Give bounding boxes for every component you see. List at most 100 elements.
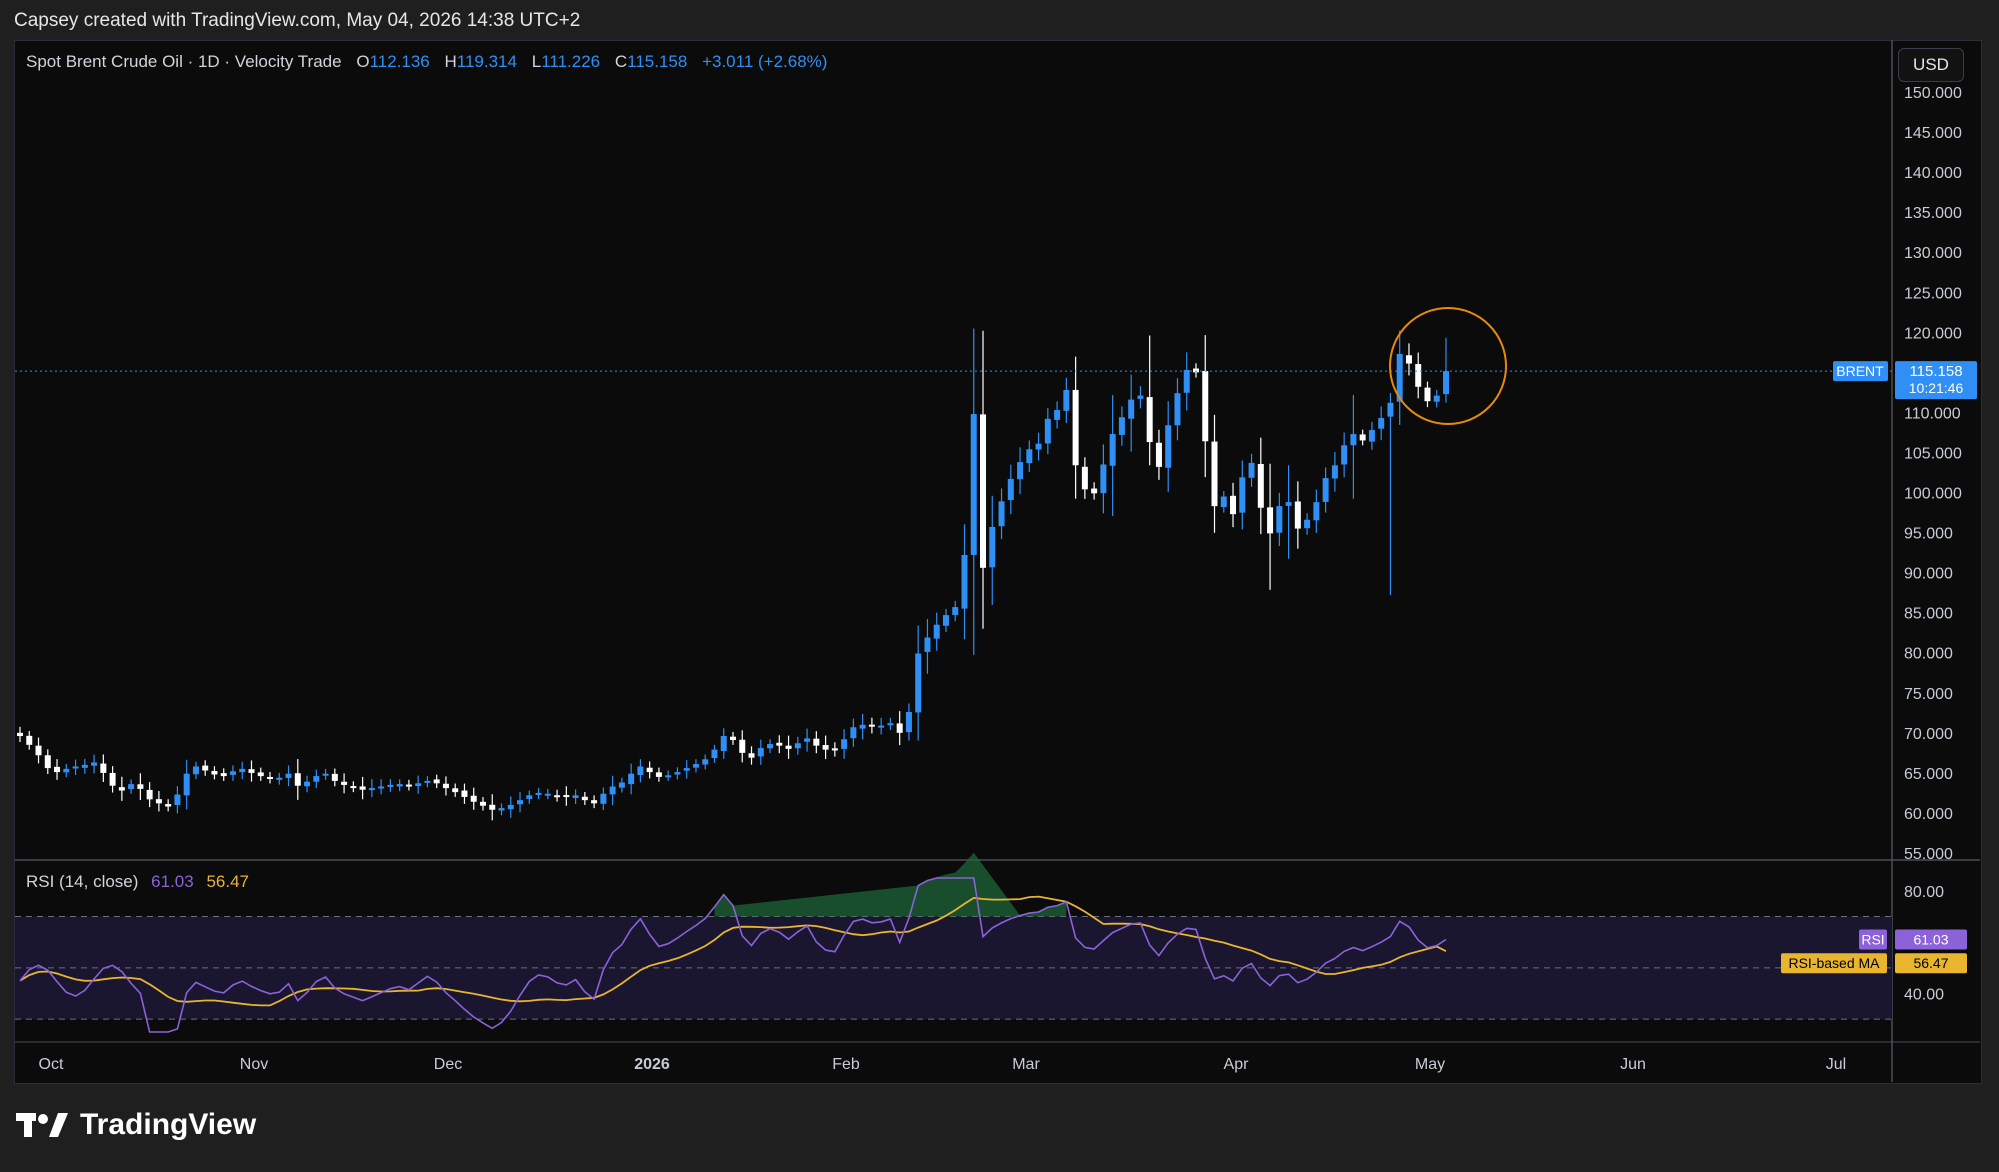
candle-body[interactable]	[248, 769, 255, 773]
candle-body[interactable]	[1239, 477, 1246, 513]
candle-body[interactable]	[1313, 502, 1320, 521]
candle-body[interactable]	[1424, 387, 1431, 402]
candle-body[interactable]	[535, 792, 542, 795]
candle-body[interactable]	[1387, 402, 1394, 417]
candle-body[interactable]	[646, 767, 653, 773]
candle-body[interactable]	[1072, 389, 1079, 466]
candle-body[interactable]	[526, 795, 533, 799]
candle-body[interactable]	[202, 765, 209, 771]
candle-body[interactable]	[109, 772, 116, 786]
candle-body[interactable]	[1294, 501, 1301, 529]
candle-body[interactable]	[294, 773, 301, 786]
candle-body[interactable]	[961, 555, 968, 609]
candle-body[interactable]	[304, 781, 311, 787]
candle-body[interactable]	[91, 762, 98, 766]
candle-body[interactable]	[544, 793, 551, 796]
candle-body[interactable]	[415, 783, 422, 787]
candle-body[interactable]	[665, 775, 672, 778]
candle-body[interactable]	[980, 414, 987, 568]
candle-body[interactable]	[1322, 478, 1329, 502]
candle-body[interactable]	[1063, 389, 1070, 411]
candle-body[interactable]	[331, 773, 338, 781]
candle-body[interactable]	[1174, 393, 1181, 426]
candle-body[interactable]	[1267, 507, 1274, 534]
candle-body[interactable]	[183, 773, 190, 796]
candle-body[interactable]	[591, 800, 598, 804]
candle-body[interactable]	[26, 735, 33, 745]
candle-body[interactable]	[989, 526, 996, 568]
candle-body[interactable]	[257, 772, 264, 777]
candle-body[interactable]	[1359, 434, 1366, 441]
candle-body[interactable]	[452, 788, 459, 793]
candle-body[interactable]	[1109, 434, 1116, 466]
price-and-rsi-chart[interactable]: 55.000 60.000 65.000 70.000 75.000 80.000 85.0…	[0, 0, 1999, 1172]
candle-body[interactable]	[1081, 466, 1088, 490]
candle-body[interactable]	[767, 744, 774, 749]
candle-body[interactable]	[868, 724, 875, 727]
candle-body[interactable]	[322, 773, 329, 776]
candle-body[interactable]	[1183, 369, 1190, 393]
candle-body[interactable]	[424, 780, 431, 783]
candle-body[interactable]	[952, 607, 959, 615]
candle-body[interactable]	[461, 790, 468, 797]
candle-body[interactable]	[924, 637, 931, 652]
candle-body[interactable]	[1257, 463, 1264, 508]
candle-body[interactable]	[1026, 449, 1033, 464]
candle-body[interactable]	[489, 804, 496, 810]
candle-body[interactable]	[554, 795, 561, 798]
candle-body[interactable]	[1341, 445, 1348, 465]
candle-body[interactable]	[896, 723, 903, 733]
candle-body[interactable]	[368, 788, 375, 791]
currency-button[interactable]: USD	[1898, 48, 1964, 82]
candle-body[interactable]	[220, 773, 227, 777]
candle-body[interactable]	[813, 738, 820, 746]
candle-body[interactable]	[341, 781, 348, 785]
candle-body[interactable]	[785, 745, 792, 749]
candle-body[interactable]	[1128, 399, 1135, 419]
candle-body[interactable]	[1118, 417, 1125, 435]
candle-body[interactable]	[146, 789, 153, 800]
candle-body[interactable]	[442, 783, 449, 789]
candle-body[interactable]	[1155, 442, 1162, 467]
candle-body[interactable]	[1248, 462, 1255, 478]
candle-body[interactable]	[433, 779, 440, 784]
candle-body[interactable]	[720, 736, 727, 752]
candle-body[interactable]	[1331, 465, 1338, 479]
candle-body[interactable]	[1165, 425, 1172, 468]
candle-body[interactable]	[563, 795, 570, 798]
candle-body[interactable]	[942, 615, 949, 626]
candle-body[interactable]	[1304, 519, 1311, 529]
candle-body[interactable]	[859, 724, 866, 729]
candle-body[interactable]	[54, 766, 61, 773]
candle-body[interactable]	[933, 624, 940, 639]
candle-body[interactable]	[1091, 488, 1098, 494]
candle-body[interactable]	[137, 784, 144, 789]
candle-body[interactable]	[970, 414, 977, 555]
candle-body[interactable]	[581, 796, 588, 801]
candle-body[interactable]	[276, 777, 283, 780]
candle-body[interactable]	[1146, 397, 1153, 443]
candle-body[interactable]	[192, 766, 199, 775]
candle-body[interactable]	[887, 723, 894, 726]
candle-body[interactable]	[350, 786, 357, 789]
candle-body[interactable]	[683, 768, 690, 771]
candle-body[interactable]	[609, 786, 616, 795]
candle-body[interactable]	[285, 773, 292, 778]
candle-body[interactable]	[17, 732, 23, 737]
candle-body[interactable]	[1285, 502, 1292, 506]
candle-body[interactable]	[822, 745, 829, 750]
candle-body[interactable]	[479, 801, 486, 806]
candle-body[interactable]	[387, 784, 394, 787]
candle-body[interactable]	[878, 725, 885, 728]
candle-body[interactable]	[804, 738, 811, 742]
tradingview-logo[interactable]: TradingView	[16, 1108, 256, 1142]
candle-body[interactable]	[1405, 355, 1412, 364]
candle-body[interactable]	[915, 653, 922, 713]
candle-body[interactable]	[165, 804, 172, 807]
candle-body[interactable]	[128, 784, 135, 790]
candle-body[interactable]	[1378, 418, 1385, 429]
candle-body[interactable]	[1202, 370, 1209, 442]
candle-body[interactable]	[1368, 430, 1375, 442]
candle-body[interactable]	[517, 800, 524, 805]
candle-body[interactable]	[72, 766, 79, 769]
